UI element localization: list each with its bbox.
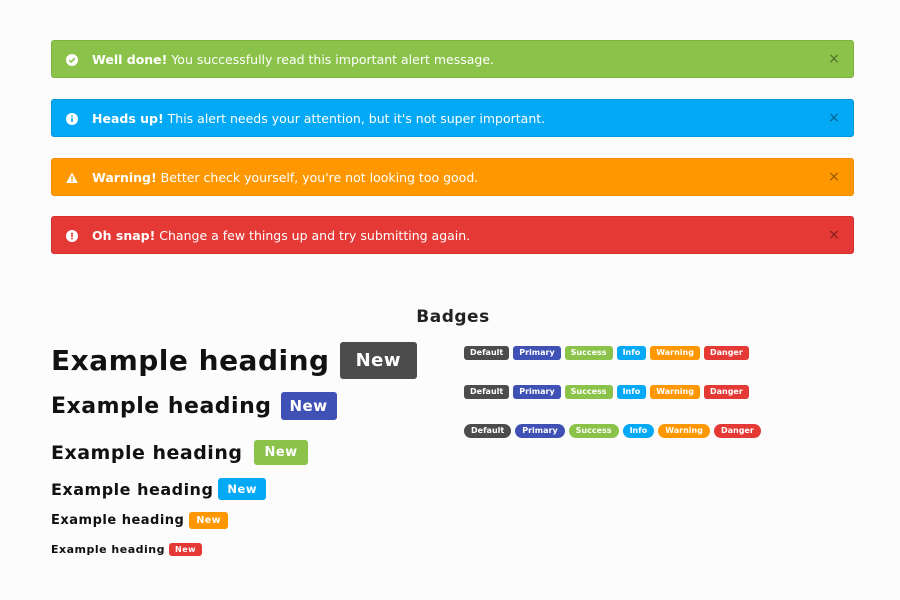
badge-default: Default — [464, 346, 510, 360]
badge-primary: Primary — [513, 385, 561, 399]
new-label: New — [218, 478, 266, 500]
alert-text: This alert needs your attention, but it'… — [163, 111, 546, 126]
example-heading: Example heading — [51, 479, 214, 499]
close-icon[interactable]: × — [827, 228, 841, 242]
alert-strong: Warning! — [92, 170, 157, 185]
heading-row-5: Example heading New — [51, 512, 229, 529]
new-label: New — [189, 512, 229, 529]
badge-row-flat: Default Primary Success Info Warning Dan… — [464, 385, 749, 399]
alert-strong: Well done! — [92, 52, 168, 67]
example-heading: Example heading — [51, 441, 243, 464]
alert-info: Heads up! This alert needs your attentio… — [51, 99, 854, 137]
example-heading: Example heading — [51, 543, 165, 556]
badge-pill-danger: Danger — [713, 424, 761, 438]
alert-message: Well done! You successfully read this im… — [92, 52, 494, 67]
close-icon[interactable]: × — [827, 111, 841, 125]
check-circle-icon — [66, 54, 78, 66]
badge-success: Success — [564, 385, 613, 399]
exclamation-circle-icon — [66, 230, 78, 242]
badges-section-title: Badges — [416, 307, 490, 327]
alert-text: You successfully read this important ale… — [167, 52, 495, 67]
badge-row-square: Default Primary Success Info Warning Dan… — [464, 346, 749, 360]
alert-text: Better check yourself, you're not lookin… — [156, 170, 479, 185]
heading-row-2: Example heading New — [51, 392, 337, 420]
warning-triangle-icon — [66, 172, 78, 183]
badge-pill-warning: Warning — [658, 424, 710, 438]
alert-strong: Heads up! — [92, 111, 164, 126]
heading-row-4: Example heading New — [51, 478, 266, 500]
badge-primary: Primary — [513, 346, 561, 360]
badge-danger: Danger — [703, 385, 749, 399]
alert-message: Warning! Better check yourself, you're n… — [92, 170, 478, 185]
close-icon[interactable]: × — [827, 170, 841, 184]
example-heading: Example heading — [51, 513, 185, 528]
badge-default: Default — [464, 385, 510, 399]
badge-warning: Warning — [650, 346, 700, 360]
new-label: New — [254, 440, 308, 465]
alert-danger: Oh snap! Change a few things up and try … — [51, 216, 854, 254]
alert-success: Well done! You successfully read this im… — [51, 40, 854, 78]
badge-success: Success — [564, 346, 613, 360]
badge-pill-primary: Primary — [515, 424, 565, 438]
new-label: New — [169, 543, 203, 556]
badge-row-pill: Default Primary Success Info Warning Dan… — [464, 424, 761, 438]
heading-row-3: Example heading New — [51, 440, 308, 465]
new-label: New — [280, 392, 337, 420]
badge-danger: Danger — [703, 346, 749, 360]
new-label: New — [339, 342, 417, 379]
alert-warning: Warning! Better check yourself, you're n… — [51, 158, 854, 196]
alert-text: Change a few things up and try submittin… — [155, 228, 471, 243]
alert-strong: Oh snap! — [92, 228, 156, 243]
alert-message: Oh snap! Change a few things up and try … — [92, 228, 470, 243]
example-heading: Example heading — [51, 393, 272, 419]
badge-pill-info: Info — [622, 424, 655, 438]
heading-row-6: Example heading New — [51, 543, 203, 556]
badge-pill-default: Default — [464, 424, 512, 438]
badge-info: Info — [616, 385, 647, 399]
example-heading: Example heading — [51, 344, 330, 377]
badge-warning: Warning — [650, 385, 700, 399]
badge-info: Info — [616, 346, 647, 360]
heading-row-1: Example heading New — [51, 342, 417, 379]
close-icon[interactable]: × — [827, 52, 841, 66]
alert-message: Heads up! This alert needs your attentio… — [92, 111, 545, 126]
info-circle-icon — [66, 113, 78, 125]
badge-pill-success: Success — [568, 424, 619, 438]
